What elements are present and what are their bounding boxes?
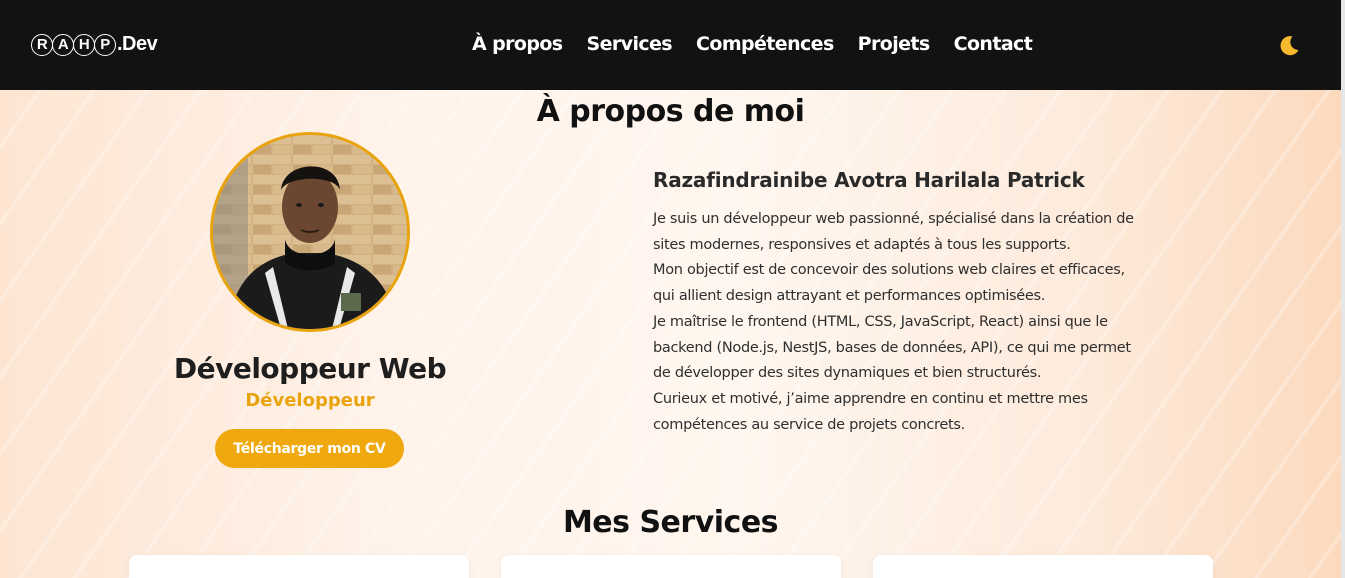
bio-line: Mon objectif est de concevoir des soluti… bbox=[653, 262, 1125, 279]
nav-links: À propos Services Compétences Projets Co… bbox=[472, 33, 1033, 55]
profile-photo bbox=[210, 132, 410, 332]
scrollbar[interactable] bbox=[1341, 0, 1345, 578]
profile-bio: Je suis un développeur web passionné, sp… bbox=[653, 207, 1153, 438]
logo-letter: R bbox=[31, 33, 53, 56]
theme-toggle-button[interactable] bbox=[1276, 33, 1302, 59]
service-card[interactable] bbox=[501, 555, 841, 578]
logo-letter: H bbox=[73, 33, 95, 56]
nav-link-services[interactable]: Services bbox=[587, 33, 673, 55]
nav-link-about[interactable]: À propos bbox=[472, 33, 563, 55]
bio-line: backend (Node.js, NestJS, bases de donné… bbox=[653, 339, 1131, 356]
bio-line: sites modernes, responsives et adaptés à… bbox=[653, 236, 1071, 253]
logo[interactable]: R A H P .Dev bbox=[31, 33, 158, 56]
profile-subrole: Développeur bbox=[245, 390, 375, 411]
bio-line: qui allient design attrayant et performa… bbox=[653, 288, 1046, 305]
profile-photo-illustration bbox=[213, 135, 407, 329]
bio-line: Je maîtrise le frontend (HTML, CSS, Java… bbox=[653, 313, 1108, 330]
bio-line: Je suis un développeur web passionné, sp… bbox=[653, 211, 1134, 227]
section-title-services: Mes Services bbox=[562, 505, 779, 540]
navbar: R A H P .Dev À propos Services Compétenc… bbox=[0, 0, 1341, 90]
logo-letter: A bbox=[52, 33, 74, 56]
logo-suffix: .Dev bbox=[117, 33, 158, 55]
bio-line: de développer des sites dynamiques et bi… bbox=[653, 365, 1042, 382]
moon-icon bbox=[1280, 36, 1299, 56]
bio-line: Curieux et motivé, j’aime apprendre en c… bbox=[653, 390, 1088, 407]
download-cv-button[interactable]: Télécharger mon CV bbox=[215, 429, 404, 468]
nav-link-projects[interactable]: Projets bbox=[858, 33, 931, 55]
service-card[interactable] bbox=[873, 555, 1213, 578]
bio-line: compétences au service de projets concre… bbox=[653, 416, 965, 433]
profile-role: Développeur Web bbox=[173, 352, 447, 385]
service-card[interactable] bbox=[129, 555, 469, 578]
nav-link-skills[interactable]: Compétences bbox=[696, 33, 834, 55]
logo-letter: P bbox=[94, 33, 116, 56]
section-title-about: À propos de moi bbox=[536, 94, 805, 129]
profile-name: Razafindrainibe Avotra Harilala Patrick bbox=[653, 168, 1085, 192]
nav-link-contact[interactable]: Contact bbox=[954, 33, 1033, 55]
